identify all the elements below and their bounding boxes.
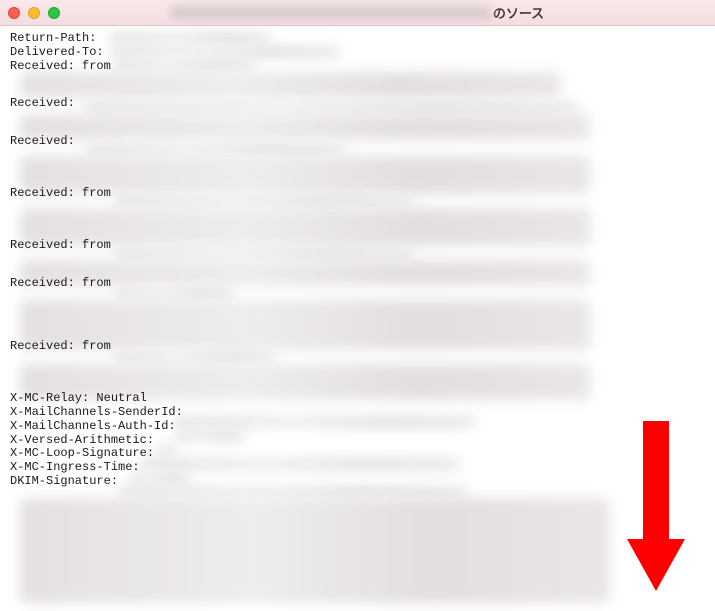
- header-received-from-4: Received: from: [10, 277, 111, 291]
- traffic-lights: [8, 7, 60, 19]
- close-button[interactable]: [8, 7, 20, 19]
- header-received-1: Received:: [10, 97, 75, 111]
- header-received-from-5: Received: from: [10, 340, 111, 354]
- header-x-versed-arithmetic: X-Versed-Arithmetic:: [10, 434, 154, 448]
- email-source-content: Return-Path: Delivered-To: Received: fro…: [0, 26, 715, 611]
- header-received-from-1: Received: from: [10, 60, 111, 74]
- minimize-button[interactable]: [28, 7, 40, 19]
- header-x-mc-relay: X-MC-Relay: Neutral: [10, 392, 147, 406]
- header-dkim-signature: DKIM-Signature:: [10, 475, 118, 489]
- title-suffix: のソース: [493, 3, 544, 22]
- title-blurred-part: [171, 6, 491, 20]
- maximize-button[interactable]: [48, 7, 60, 19]
- window-titlebar: のソース: [0, 0, 715, 26]
- header-received-from-3: Received: from: [10, 239, 111, 253]
- header-x-mc-loop-signature: X-MC-Loop-Signature:: [10, 447, 154, 461]
- header-received-from-2: Received: from: [10, 187, 111, 201]
- header-x-mc-ingress-time: X-MC-Ingress-Time:: [10, 461, 140, 475]
- header-x-mailchannels-authid: X-MailChannels-Auth-Id:: [10, 420, 176, 434]
- window-title: のソース: [0, 3, 715, 22]
- down-arrow-annotation-icon: [627, 421, 685, 591]
- header-received-2: Received:: [10, 135, 75, 149]
- header-delivered-to: Delivered-To:: [10, 46, 104, 60]
- header-x-mailchannels-senderid: X-MailChannels-SenderId:: [10, 406, 183, 420]
- header-return-path: Return-Path:: [10, 32, 96, 46]
